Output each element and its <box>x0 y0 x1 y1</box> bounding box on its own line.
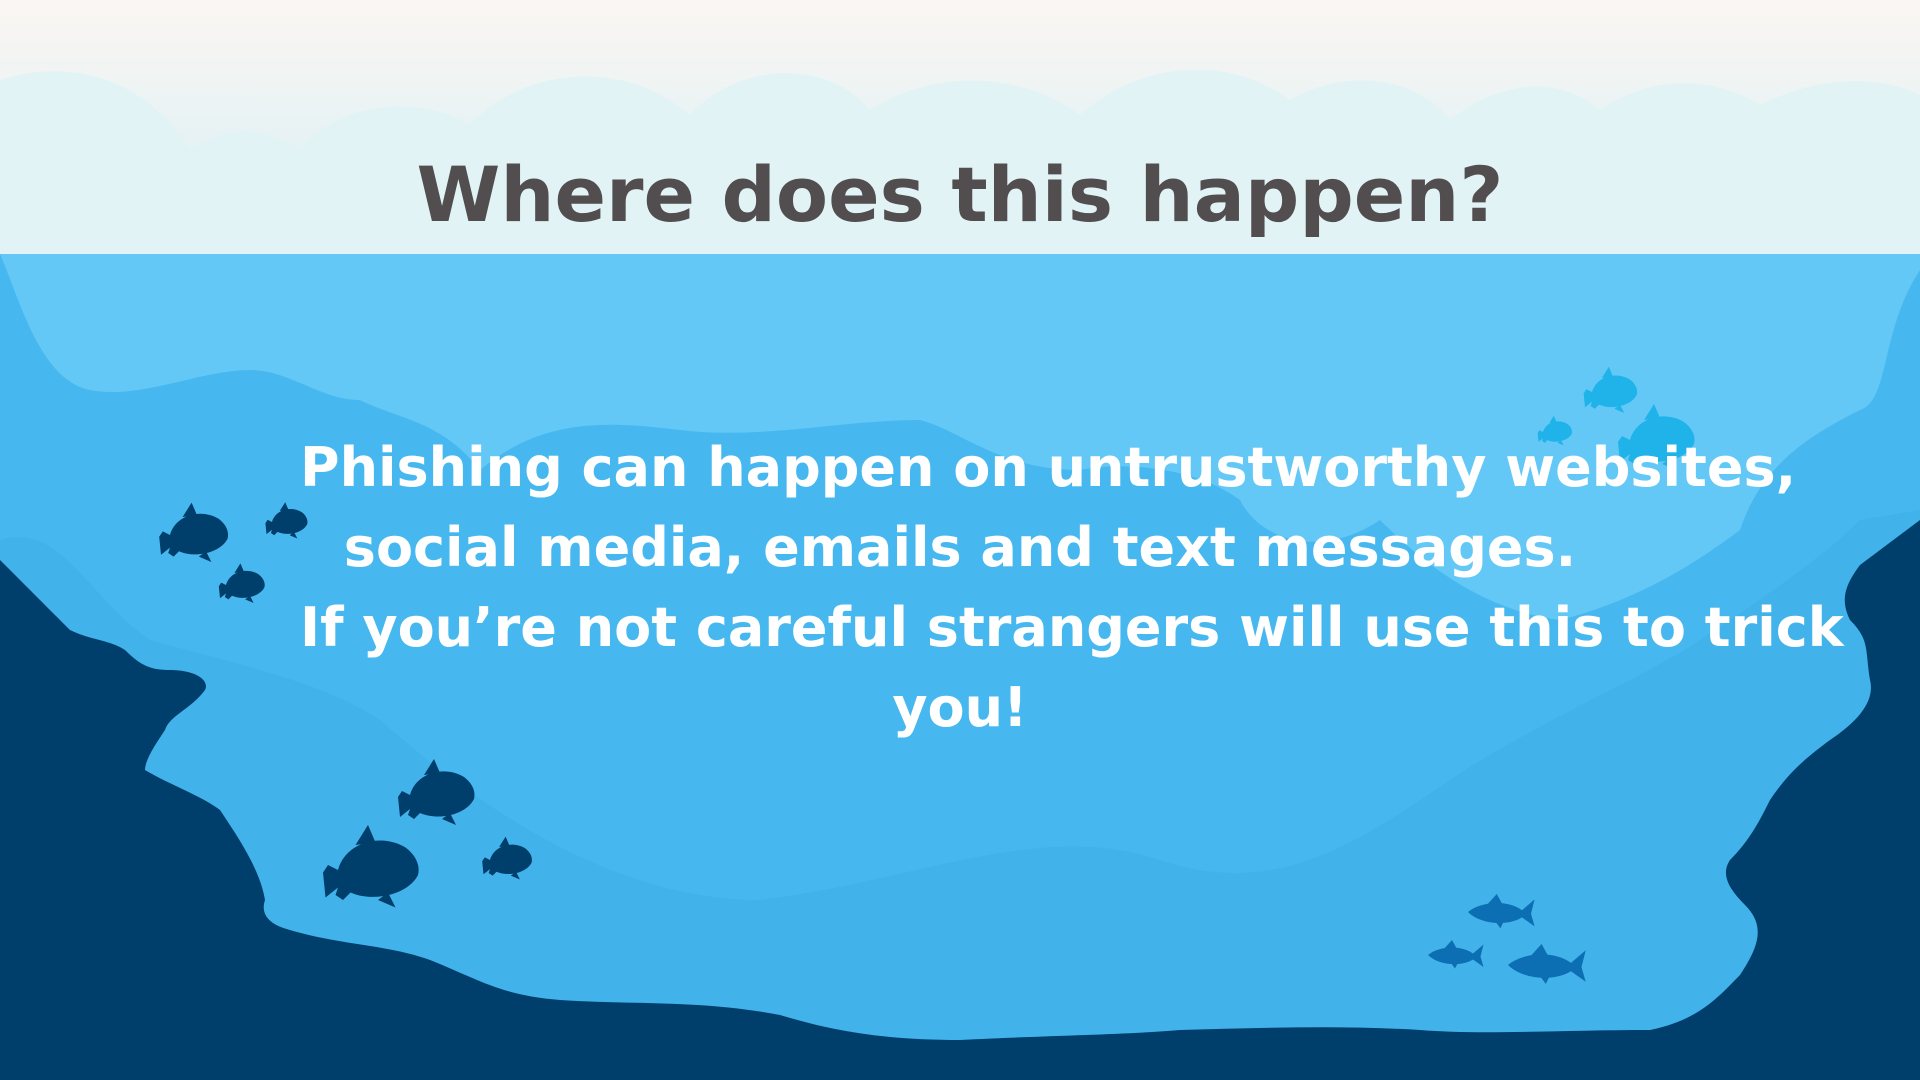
slide-body: Phishing can happen on untrustworthy web… <box>300 428 1844 748</box>
body-line: If you’re not careful strangers will use… <box>300 596 1844 659</box>
slide-title: Where does this happen? <box>416 150 1504 239</box>
body-line: you! <box>892 676 1028 739</box>
body-line: Phishing can happen on untrustworthy web… <box>300 436 1797 499</box>
body-line: social media, emails and text messages. <box>343 516 1577 579</box>
